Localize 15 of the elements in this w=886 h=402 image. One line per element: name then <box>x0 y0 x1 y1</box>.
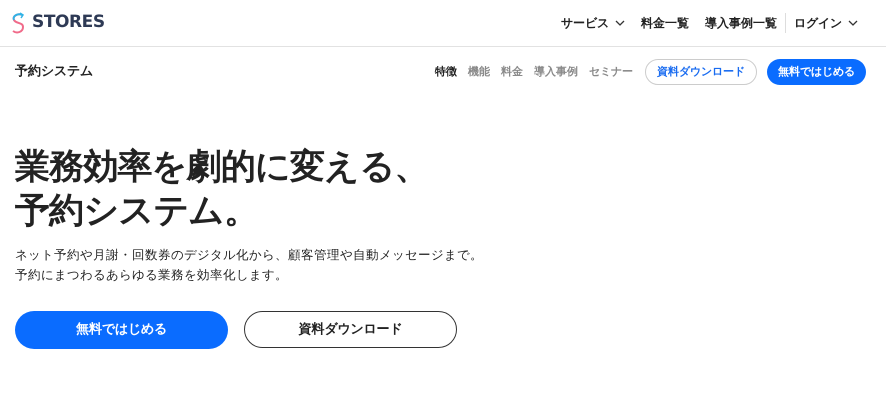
subnav-tab[interactable]: 特徴 <box>435 64 457 80</box>
nav-link[interactable]: サービス <box>561 14 625 32</box>
start-button[interactable]: 無料ではじめる <box>767 59 866 85</box>
hero-description: ネット予約や月謝・回数券のデジタル化から、顧客管理や自動メッセージまで。 予約にまつわるあらゆる業務を効率化します。 <box>15 246 484 284</box>
page-title: 予約システム <box>15 63 93 82</box>
start-button[interactable]: 無料ではじめる <box>15 311 228 349</box>
download-button[interactable]: 資料ダウンロード <box>244 311 457 348</box>
nav-link[interactable]: ログイン <box>794 14 858 32</box>
hero-headline: 業務効率を劇的に変える、 予約システム。 <box>15 146 430 233</box>
chevron-down-icon <box>848 20 858 26</box>
chevron-down-icon <box>615 20 625 26</box>
nav-link[interactable]: 料金一覧 <box>641 14 689 32</box>
logo-text[interactable]: STORES <box>32 10 105 36</box>
nav-link[interactable]: 導入事例一覧 <box>705 14 777 32</box>
download-button[interactable]: 資料ダウンロード <box>645 59 757 85</box>
